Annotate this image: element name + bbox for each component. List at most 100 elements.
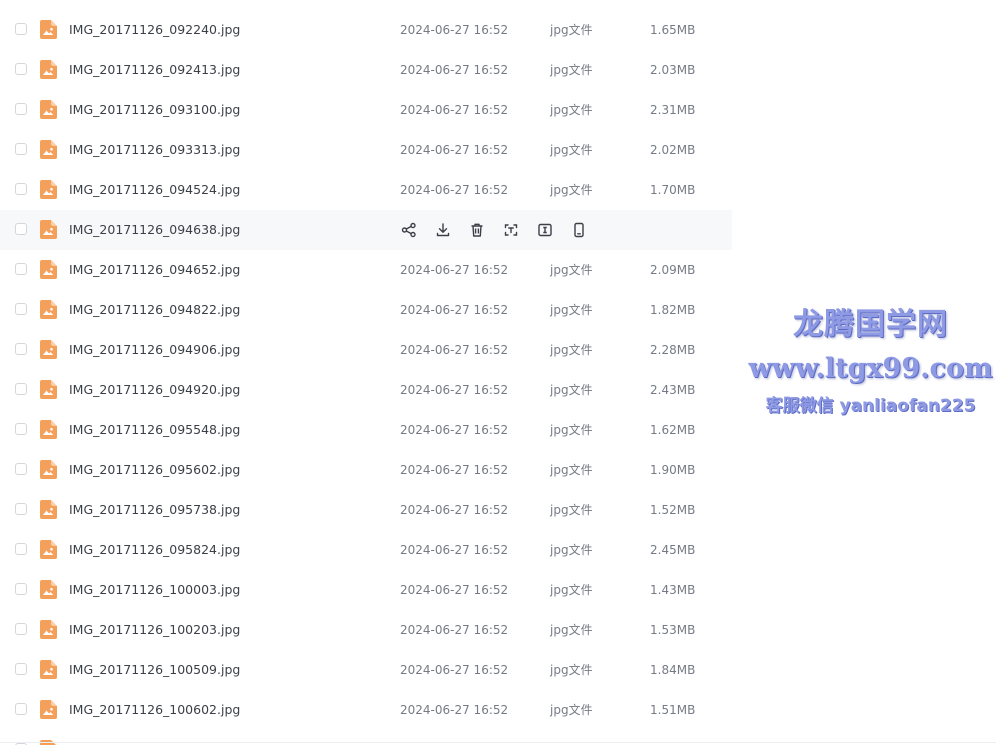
file-type: jpg文件 [550, 103, 593, 117]
file-type: jpg文件 [550, 543, 593, 557]
file-size: 1.51MB [650, 703, 696, 717]
rename-icon[interactable] [536, 221, 554, 239]
row-checkbox[interactable] [15, 543, 27, 555]
share-icon[interactable] [400, 221, 418, 239]
file-modified-date: 2024-06-27 16:52 [400, 543, 509, 557]
file-size: 1.70MB [650, 183, 696, 197]
file-type: jpg文件 [550, 463, 593, 477]
file-row[interactable]: IMG_20171126_100003.jpg 2024-06-27 16:52… [0, 570, 732, 610]
row-checkbox[interactable] [15, 703, 27, 715]
file-name[interactable]: IMG_20171126_094638.jpg [69, 210, 240, 250]
image-file-icon [40, 700, 57, 719]
file-name[interactable]: IMG_20171126_094524.jpg [69, 170, 240, 210]
file-name[interactable]: IMG_20171126_094822.jpg [69, 290, 240, 330]
file-modified-date: 2024-06-27 16:52 [400, 143, 509, 157]
file-size: 1.90MB [650, 463, 696, 477]
row-checkbox[interactable] [15, 463, 27, 475]
row-checkbox[interactable] [15, 623, 27, 635]
row-checkbox[interactable] [15, 103, 27, 115]
file-type: jpg文件 [550, 623, 593, 637]
delete-icon[interactable] [468, 221, 486, 239]
image-file-icon [40, 340, 57, 359]
file-type: jpg文件 [550, 303, 593, 317]
file-row[interactable]: IMG_20171126_094822.jpg 2024-06-27 16:52… [0, 290, 732, 330]
file-name[interactable]: IMG_20171126_095738.jpg [69, 490, 240, 530]
file-name[interactable]: IMG_20171126_100003.jpg [69, 570, 240, 610]
download-icon[interactable] [434, 221, 452, 239]
file-row[interactable]: IMG_20171126_095738.jpg 2024-06-27 16:52… [0, 490, 732, 530]
file-name[interactable]: IMG_20171126_093100.jpg [69, 90, 240, 130]
file-modified-date: 2024-06-27 16:52 [400, 103, 509, 117]
file-size: 2.02MB [650, 143, 696, 157]
image-file-icon [40, 60, 57, 79]
row-checkbox[interactable] [15, 223, 27, 235]
file-size: 2.45MB [650, 543, 696, 557]
file-row[interactable]: IMG_20171126_095548.jpg 2024-06-27 16:52… [0, 410, 732, 450]
file-size: 2.43MB [650, 383, 696, 397]
file-name[interactable]: IMG_20171126_094920.jpg [69, 370, 240, 410]
file-modified-date: 2024-06-27 16:52 [400, 463, 509, 477]
file-row[interactable]: IMG_20171126_094906.jpg 2024-06-27 16:52… [0, 330, 732, 370]
file-type: jpg文件 [550, 503, 593, 517]
file-size: 1.82MB [650, 303, 696, 317]
row-checkbox[interactable] [15, 503, 27, 515]
file-size: 2.09MB [650, 263, 696, 277]
file-type: jpg文件 [550, 583, 593, 597]
row-checkbox[interactable] [15, 263, 27, 275]
file-row[interactable]: IMG_20171126_100602.jpg 2024-06-27 16:52… [0, 690, 732, 730]
row-checkbox[interactable] [15, 423, 27, 435]
file-name[interactable]: IMG_20171126_092240.jpg [69, 10, 240, 50]
file-row[interactable]: IMG_20171126_093100.jpg 2024-06-27 16:52… [0, 90, 732, 130]
file-size: 2.28MB [650, 343, 696, 357]
row-checkbox[interactable] [15, 343, 27, 355]
file-row[interactable]: IMG_20171126_094524.jpg 2024-06-27 16:52… [0, 170, 732, 210]
file-row[interactable]: IMG_20171126_094920.jpg 2024-06-27 16:52… [0, 370, 732, 410]
file-name[interactable]: IMG_20171126_100509.jpg [69, 650, 240, 690]
watermark-contact: 客服微信 yanliaofan225 [765, 396, 976, 416]
file-row[interactable]: IMG_20171126_092240.jpg 2024-06-27 16:52… [0, 10, 732, 50]
mobile-icon[interactable] [570, 221, 588, 239]
file-row[interactable]: IMG_20171126_100509.jpg 2024-06-27 16:52… [0, 650, 732, 690]
file-row[interactable]: IMG_20171126_095824.jpg 2024-06-27 16:52… [0, 530, 732, 570]
file-modified-date: 2024-06-27 16:52 [400, 623, 509, 637]
image-file-icon [40, 140, 57, 159]
file-name[interactable]: IMG_20171126_094652.jpg [69, 250, 240, 290]
row-checkbox[interactable] [15, 23, 27, 35]
file-row[interactable]: IMG_20171126_095602.jpg 2024-06-27 16:52… [0, 450, 732, 490]
file-type: jpg文件 [550, 263, 593, 277]
row-checkbox[interactable] [15, 383, 27, 395]
file-modified-date: 2024-06-27 16:52 [400, 663, 509, 677]
file-name[interactable]: IMG_20171126_092413.jpg [69, 50, 240, 90]
file-name[interactable]: IMG_20171126_100203.jpg [69, 610, 240, 650]
file-row[interactable]: IMG_20171126_092413.jpg 2024-06-27 16:52… [0, 50, 732, 90]
file-name[interactable]: IMG_20171126_100602.jpg [69, 690, 240, 730]
file-name[interactable]: IMG_20171126_095824.jpg [69, 530, 240, 570]
image-file-icon [40, 460, 57, 479]
file-row[interactable]: IMG_20171126_093313.jpg 2024-06-27 16:52… [0, 130, 732, 170]
file-name[interactable]: IMG_20171126_094906.jpg [69, 330, 240, 370]
file-type: jpg文件 [550, 143, 593, 157]
file-row[interactable]: IMG_20171126_100203.jpg 2024-06-27 16:52… [0, 610, 732, 650]
row-checkbox[interactable] [15, 63, 27, 75]
row-checkbox[interactable] [15, 303, 27, 315]
file-name[interactable]: IMG_20171126_093313.jpg [69, 130, 240, 170]
file-modified-date: 2024-06-27 16:52 [400, 183, 509, 197]
scan-icon[interactable] [502, 221, 520, 239]
file-name[interactable]: IMG_20171126_095602.jpg [69, 450, 240, 490]
row-checkbox[interactable] [15, 143, 27, 155]
file-size: 1.84MB [650, 663, 696, 677]
file-modified-date: 2024-06-27 16:52 [400, 583, 509, 597]
file-row[interactable]: IMG_20171126_094652.jpg 2024-06-27 16:52… [0, 250, 732, 290]
image-file-icon [40, 620, 57, 639]
row-checkbox[interactable] [15, 663, 27, 675]
image-file-icon [40, 580, 57, 599]
row-checkbox[interactable] [15, 183, 27, 195]
image-file-icon [40, 100, 57, 119]
row-checkbox[interactable] [15, 583, 27, 595]
file-row[interactable]: IMG_20171126_094638.jpg [0, 210, 732, 250]
file-modified-date: 2024-06-27 16:52 [400, 703, 509, 717]
file-name[interactable]: IMG_20171126_095548.jpg [69, 410, 240, 450]
file-size: 2.31MB [650, 103, 696, 117]
watermark-title: 龙腾国学网 [793, 307, 948, 342]
file-modified-date: 2024-06-27 16:52 [400, 383, 509, 397]
